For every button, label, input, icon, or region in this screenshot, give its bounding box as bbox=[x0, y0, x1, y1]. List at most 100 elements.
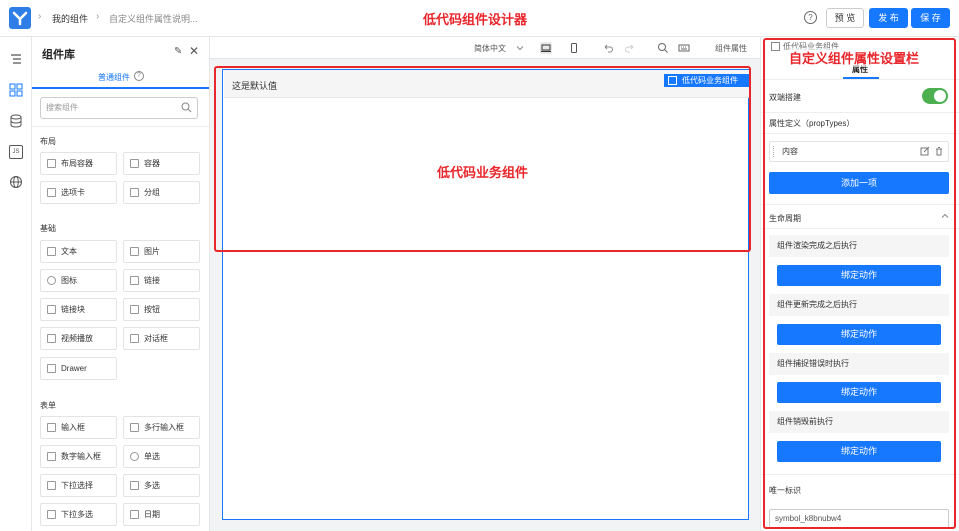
icon-icon bbox=[47, 276, 56, 285]
pin-icon[interactable]: ✎ bbox=[174, 46, 182, 57]
component-item[interactable]: 多选 bbox=[123, 474, 200, 497]
search-icon bbox=[181, 102, 192, 113]
component-item-label: 多选 bbox=[144, 481, 160, 490]
component-item-label: 数字输入框 bbox=[61, 452, 101, 461]
component-item[interactable]: 图片 bbox=[123, 240, 200, 263]
component-item-label: 容器 bbox=[144, 159, 160, 168]
component-item[interactable]: 对话框 bbox=[123, 327, 200, 350]
group-icon bbox=[130, 188, 139, 197]
component-props-label[interactable]: 组件属性 bbox=[715, 43, 747, 54]
globe-icon[interactable] bbox=[9, 175, 23, 189]
select-icon bbox=[47, 481, 56, 490]
component-item-label: 链接 bbox=[144, 276, 160, 285]
image-icon bbox=[130, 247, 139, 256]
component-item[interactable]: 分组 bbox=[123, 181, 200, 204]
component-item[interactable]: 选项卡 bbox=[40, 181, 117, 204]
component-library-panel: 组件库 ✎ ✕ 普通组件 ? 搜索组件 布局 布局容器 容器 选项卡 分组 基础… bbox=[32, 37, 210, 531]
mobile-view-icon[interactable] bbox=[568, 42, 580, 54]
component-item-label: 分组 bbox=[144, 188, 160, 197]
component-item[interactable]: 单选 bbox=[123, 445, 200, 468]
component-item[interactable]: 按钮 bbox=[123, 298, 200, 321]
number-input-icon bbox=[47, 452, 56, 461]
breadcrumb-item-my-components[interactable]: 我的组件 bbox=[52, 12, 88, 25]
canvas-toolbar: 简体中文 组件属性 bbox=[210, 37, 760, 59]
component-item-label: 链接块 bbox=[61, 305, 85, 314]
component-item[interactable]: Drawer bbox=[40, 357, 117, 380]
publish-button[interactable]: 发 布 bbox=[869, 8, 908, 28]
datasource-icon[interactable] bbox=[9, 114, 23, 128]
breadcrumb-chevron-icon: › bbox=[96, 11, 100, 22]
annotation-settings-title: 自定义组件属性设置栏 bbox=[789, 48, 920, 67]
video-icon bbox=[47, 334, 56, 343]
section-title-layout: 布局 bbox=[40, 137, 56, 146]
drawer-icon bbox=[47, 364, 56, 373]
component-item[interactable]: 文本 bbox=[40, 240, 117, 263]
outline-icon[interactable] bbox=[9, 53, 23, 67]
container-icon bbox=[130, 159, 139, 168]
dialog-icon bbox=[130, 334, 139, 343]
component-item-label: 下拉多选 bbox=[61, 510, 93, 519]
preview-button[interactable]: 预 览 bbox=[826, 8, 864, 28]
textarea-icon bbox=[130, 423, 139, 432]
component-item-label: 选项卡 bbox=[61, 188, 85, 197]
search-icon[interactable] bbox=[657, 42, 669, 54]
code-icon[interactable] bbox=[678, 42, 690, 54]
component-item[interactable]: 输入框 bbox=[40, 416, 117, 439]
component-item-label: 对话框 bbox=[144, 334, 168, 343]
chevron-down-icon[interactable] bbox=[514, 42, 526, 54]
component-item[interactable]: 数字输入框 bbox=[40, 445, 117, 468]
component-item-label: 文本 bbox=[61, 247, 77, 256]
js-icon[interactable]: JS bbox=[9, 145, 23, 159]
component-item-label: 多行输入框 bbox=[144, 423, 184, 432]
input-icon bbox=[47, 423, 56, 432]
undo-icon[interactable] bbox=[602, 42, 614, 54]
component-item[interactable]: 容器 bbox=[123, 152, 200, 175]
components-icon[interactable] bbox=[9, 83, 23, 97]
component-item[interactable]: 链接块 bbox=[40, 298, 117, 321]
annotation-designer-title: 低代码组件设计器 bbox=[423, 12, 528, 27]
date-icon bbox=[130, 510, 139, 519]
section-title-basic: 基础 bbox=[40, 224, 56, 233]
component-item[interactable]: 链接 bbox=[123, 269, 200, 292]
desktop-view-icon[interactable] bbox=[540, 42, 552, 54]
redo-icon[interactable] bbox=[624, 42, 636, 54]
component-item-label: 单选 bbox=[144, 452, 160, 461]
save-button[interactable]: 保 存 bbox=[911, 8, 950, 28]
component-item-label: 布局容器 bbox=[61, 159, 93, 168]
component-item-label: 下拉选择 bbox=[61, 481, 93, 490]
tab-active-indicator bbox=[32, 87, 209, 89]
component-item[interactable]: 下拉选择 bbox=[40, 474, 117, 497]
layout-container-icon bbox=[47, 159, 56, 168]
language-select[interactable]: 简体中文 bbox=[474, 43, 506, 54]
component-item[interactable]: 多行输入框 bbox=[123, 416, 200, 439]
tabs-icon bbox=[47, 188, 56, 197]
breadcrumb-item-current: 自定义组件属性说明... bbox=[109, 14, 198, 24]
component-search-input[interactable]: 搜索组件 bbox=[40, 97, 198, 119]
component-item-label: Drawer bbox=[61, 364, 87, 373]
tab-help-icon[interactable]: ? bbox=[134, 71, 144, 81]
section-title-form: 表单 bbox=[40, 401, 56, 410]
component-item-label: 图标 bbox=[61, 276, 77, 285]
component-item[interactable]: 视频播放 bbox=[40, 327, 117, 350]
app-logo-icon[interactable] bbox=[9, 7, 31, 29]
divider bbox=[32, 126, 209, 127]
checkbox-icon bbox=[130, 481, 139, 490]
tab-common-components[interactable]: 普通组件 bbox=[98, 72, 130, 83]
close-icon[interactable]: ✕ bbox=[189, 44, 199, 58]
component-item-label: 图片 bbox=[144, 247, 160, 256]
radio-icon bbox=[130, 452, 139, 461]
multi-select-icon bbox=[47, 510, 56, 519]
left-icon-strip: JS bbox=[0, 37, 32, 531]
text-icon bbox=[47, 247, 56, 256]
component-item-label: 视频播放 bbox=[61, 334, 93, 343]
component-item[interactable]: 布局容器 bbox=[40, 152, 117, 175]
component-item[interactable]: 下拉多选 bbox=[40, 503, 117, 526]
link-icon bbox=[130, 276, 139, 285]
component-item[interactable]: 日期 bbox=[123, 503, 200, 526]
component-item-label: 日期 bbox=[144, 510, 160, 519]
top-header: › 我的组件 › 自定义组件属性说明... 低代码组件设计器 ? 预 览 发 布… bbox=[0, 0, 959, 37]
component-item[interactable]: 图标 bbox=[40, 269, 117, 292]
help-icon[interactable]: ? bbox=[804, 11, 817, 24]
button-icon bbox=[130, 305, 139, 314]
component-item-label: 按钮 bbox=[144, 305, 160, 314]
